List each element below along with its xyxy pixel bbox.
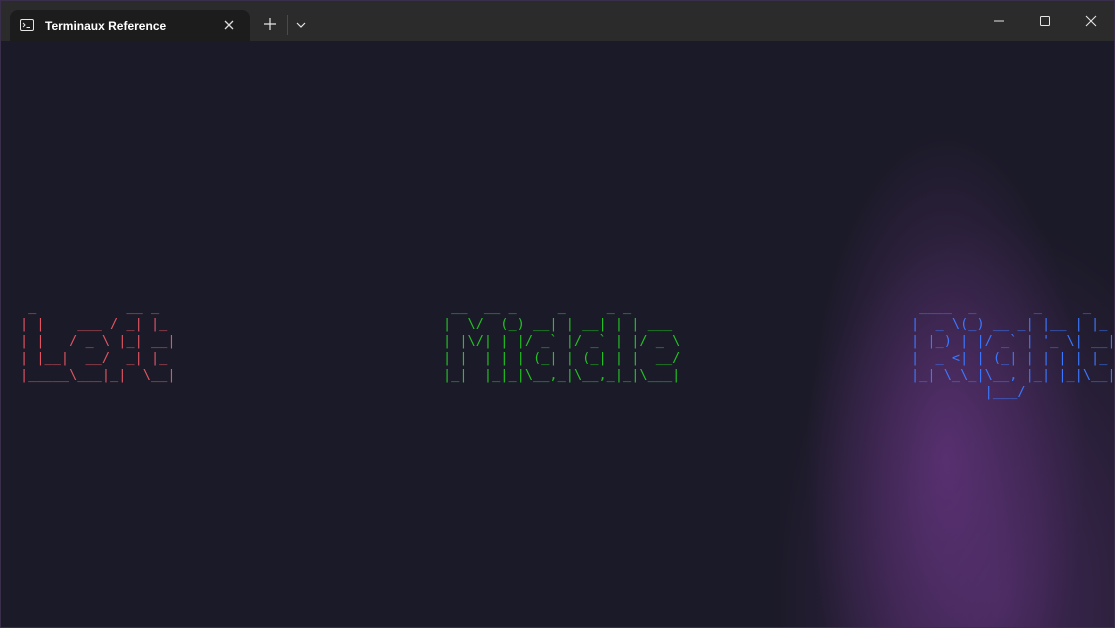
close-window-button[interactable] [1068, 1, 1114, 41]
chevron-down-icon[interactable] [295, 20, 307, 30]
figlet-text-left: _ __ _ | | ___ / _| |_ | | / _ \ |_| __|… [20, 299, 176, 383]
terminal-icon [20, 19, 34, 31]
terminal-window: Terminaux Reference _ __ _ | | ___ / _| … [0, 0, 1115, 628]
figlet-text-right: ____ _ _ _ | _ \(_) __ _| |__ | |_ | |_)… [911, 299, 1115, 400]
tab-terminaux-reference[interactable]: Terminaux Reference [10, 10, 250, 42]
figlet-text-middle: __ __ _ _ _ _ | \/ (_) __| | __| | | ___… [443, 299, 681, 383]
tab-separator [287, 15, 288, 35]
close-icon [1085, 15, 1097, 27]
maximize-button[interactable] [1022, 1, 1068, 41]
maximize-icon [1040, 16, 1050, 26]
new-tab-plus-icon[interactable] [263, 17, 277, 31]
minimize-button[interactable] [976, 1, 1022, 41]
title-bar[interactable]: Terminaux Reference [1, 1, 1114, 42]
close-tab-icon[interactable] [222, 18, 236, 32]
terminal-output[interactable]: _ __ _ | | ___ / _| |_ | | / _ \ |_| __|… [1, 41, 1115, 627]
minimize-icon [994, 20, 1004, 22]
tab-title: Terminaux Reference [45, 19, 167, 33]
